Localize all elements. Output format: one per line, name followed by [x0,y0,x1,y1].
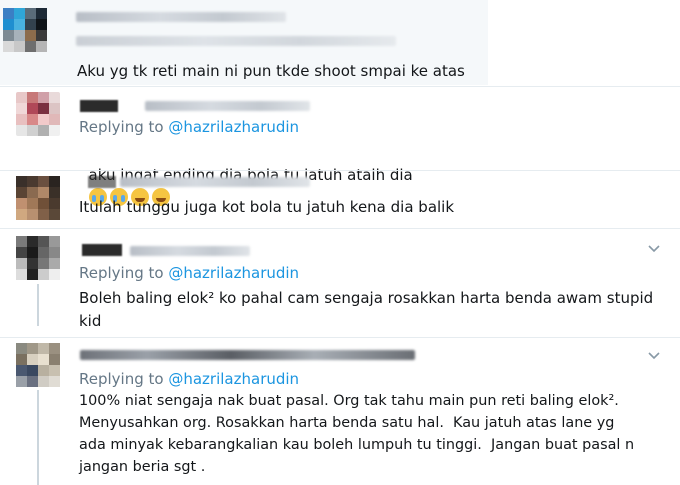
avatar[interactable] [16,236,60,280]
replying-to-label: Replying to [79,264,164,282]
author-handle-redacted [76,36,396,46]
tweet-text: Boleh baling elok² ko pahal cam sengaja … [79,289,654,330]
author-handle-redacted [145,101,310,111]
thread-line [37,284,39,326]
author-name-redacted [80,350,415,360]
thread-line [37,390,39,485]
divider [0,228,680,229]
replying-to-label: Replying to [79,370,164,388]
avatar[interactable] [16,343,60,387]
author-name-redacted [88,176,116,188]
chevron-down-icon[interactable] [648,243,662,257]
divider [0,170,680,171]
avatar[interactable] [3,8,47,52]
tweet-text: Aku yg tk reti main ni pun tkde shoot sm… [77,62,465,80]
replying-to: Replying to @hazrilazharudin [79,118,299,136]
reply-handle-link[interactable]: @hazrilazharudin [168,264,299,282]
divider [0,337,680,338]
chevron-down-icon[interactable] [648,350,662,364]
reply-handle-link[interactable]: @hazrilazharudin [168,370,299,388]
replying-to: Replying to @hazrilazharudin [79,370,299,388]
author-name-redacted [76,12,286,22]
divider [0,86,680,87]
reply-handle-link[interactable]: @hazrilazharudin [168,118,299,136]
author-handle-redacted [130,246,250,256]
avatar[interactable] [16,176,60,220]
author-handle-redacted [120,177,310,187]
author-name-redacted [80,100,118,112]
tweet-text: 100% niat sengaja nak buat pasal. Org ta… [79,393,635,475]
avatar[interactable] [16,92,60,136]
replying-to: Replying to @hazrilazharudin [79,264,299,282]
author-name-redacted [82,244,122,256]
replying-to-label: Replying to [79,118,164,136]
tweet-text: Itulah tunggu juga kot bola tu jatuh ken… [79,198,455,216]
